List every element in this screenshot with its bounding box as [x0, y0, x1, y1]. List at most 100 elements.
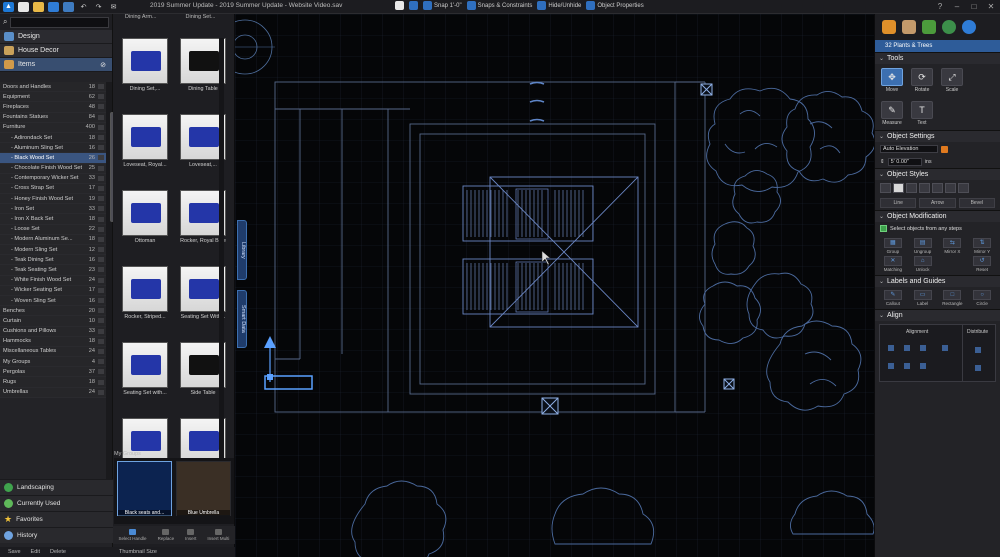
- expand-toggle-icon[interactable]: [98, 287, 104, 293]
- email-icon[interactable]: ✉: [108, 2, 119, 12]
- rectangle-tool[interactable]: □ Rectangle: [939, 290, 967, 306]
- expand-toggle-icon[interactable]: [98, 135, 104, 141]
- object-modification-header[interactable]: ⌄ Object Modification: [875, 210, 1000, 222]
- arrow-button[interactable]: Arrow: [919, 198, 956, 208]
- globe-icon[interactable]: [962, 20, 976, 34]
- expand-toggle-icon[interactable]: [98, 165, 104, 171]
- reset-tool[interactable]: ↺ Reset: [968, 256, 996, 272]
- tree-item[interactable]: - Modern Sling Set 12: [0, 245, 106, 256]
- library-item[interactable]: Seating Set with...: [119, 342, 171, 398]
- elevation-input[interactable]: 5' 0.00": [887, 158, 922, 166]
- category-house-decor[interactable]: House Decor: [0, 44, 112, 58]
- snap-toggle[interactable]: Snap 1'-0": [423, 1, 462, 10]
- expand-toggle-icon[interactable]: [98, 359, 104, 365]
- tree-item[interactable]: Umbrellas 24: [0, 387, 106, 398]
- expand-toggle-icon[interactable]: [98, 114, 104, 120]
- expand-toggle-icon[interactable]: [98, 216, 104, 222]
- expand-toggle-icon[interactable]: [98, 318, 104, 324]
- hide-unhide-toggle[interactable]: Hide/Unhide: [537, 1, 581, 10]
- undo-icon[interactable]: ↶: [78, 2, 89, 12]
- insert-button[interactable]: Insert: [185, 529, 196, 541]
- save-group-button[interactable]: Save: [8, 549, 21, 555]
- close-icon[interactable]: ✕: [986, 1, 996, 12]
- expand-toggle-icon[interactable]: [98, 389, 104, 395]
- category-currently-used[interactable]: Currently Used: [0, 495, 113, 511]
- expand-toggle-icon[interactable]: [98, 328, 104, 334]
- expand-toggle-icon[interactable]: [98, 124, 104, 130]
- tree-item[interactable]: Equipment 62: [0, 92, 106, 103]
- tree-item[interactable]: - Adirondack Set 18: [0, 132, 106, 144]
- align-header[interactable]: ⌄ Align: [875, 309, 1000, 321]
- tree-item[interactable]: Hammocks 18: [0, 336, 106, 347]
- text-tool[interactable]: T Text: [910, 101, 934, 126]
- minimize-icon[interactable]: –: [952, 1, 962, 12]
- tree-item[interactable]: Benches 20: [0, 306, 106, 317]
- tree-item[interactable]: - Iron Set 33: [0, 204, 106, 215]
- library-item[interactable]: Dining Set,...: [119, 38, 171, 94]
- expand-toggle-icon[interactable]: [98, 236, 104, 242]
- style-button[interactable]: [906, 183, 917, 193]
- unlock-tool[interactable]: ⌂ Unlock: [909, 256, 937, 272]
- edit-button[interactable]: Edit: [31, 549, 40, 555]
- lock-icon[interactable]: [941, 145, 948, 153]
- delete-button[interactable]: Delete: [50, 549, 66, 555]
- plant-icon[interactable]: [922, 20, 936, 34]
- expand-toggle-icon[interactable]: [98, 155, 104, 161]
- maximize-icon[interactable]: □: [969, 1, 979, 12]
- tree-item[interactable]: Furniture 400: [0, 122, 106, 133]
- tree-item[interactable]: - Honey Finish Wood Set 19: [0, 194, 106, 205]
- settings-check-icon[interactable]: [942, 20, 956, 34]
- tree-item[interactable]: Fountains Statues 84: [0, 112, 106, 123]
- tree-item[interactable]: - Modern Aluminum Se... 18: [0, 234, 106, 245]
- label-tool[interactable]: ▭ Label: [909, 290, 937, 306]
- filter-clear-icon[interactable]: ⊘: [100, 61, 106, 69]
- object-settings-header[interactable]: ⌄ Object Settings: [875, 130, 1000, 142]
- expand-toggle-icon[interactable]: [98, 298, 104, 304]
- bevel-button[interactable]: Bevel: [958, 198, 995, 208]
- mirror-y-tool[interactable]: ⇅ Mirror Y: [968, 238, 996, 254]
- tree-item[interactable]: - Teak Dining Set 16: [0, 255, 106, 266]
- align-left-icon[interactable]: [888, 345, 894, 351]
- object-properties-toggle[interactable]: Object Properties: [586, 1, 644, 10]
- tree-item[interactable]: Fireplaces 48: [0, 102, 106, 113]
- align-right-icon[interactable]: [920, 345, 926, 351]
- object-styles-header[interactable]: ⌄ Object Styles: [875, 168, 1000, 180]
- tree-item[interactable]: - Cross Strap Set 17: [0, 183, 106, 195]
- align-to-shape-icon[interactable]: [942, 345, 948, 351]
- distribute-h-icon[interactable]: [975, 347, 981, 353]
- mirror-x-tool[interactable]: ⇆ Mirror X: [939, 238, 967, 254]
- expand-toggle-icon[interactable]: [98, 379, 104, 385]
- expand-toggle-icon[interactable]: [98, 267, 104, 273]
- library-item[interactable]: Ottoman: [119, 190, 171, 246]
- replace-button[interactable]: Replace: [158, 529, 174, 541]
- view-3d-button[interactable]: [409, 1, 418, 10]
- print-icon[interactable]: [63, 1, 74, 12]
- expand-toggle-icon[interactable]: [98, 247, 104, 253]
- expand-toggle-icon[interactable]: [98, 277, 104, 283]
- expand-toggle-icon[interactable]: [98, 94, 104, 100]
- insert-multi-button[interactable]: Insert Multi: [207, 529, 229, 541]
- tree-item[interactable]: - Black Wood Set 26: [0, 153, 106, 164]
- view-2d-button[interactable]: [395, 1, 404, 10]
- expand-toggle-icon[interactable]: [98, 226, 104, 232]
- library-item-thumbnail[interactable]: [122, 342, 168, 388]
- expand-toggle-icon[interactable]: [98, 308, 104, 314]
- tree-item[interactable]: - Wicker Seating Set 17: [0, 285, 106, 296]
- tree-item[interactable]: - Loose Set 22: [0, 224, 106, 235]
- align-top-icon[interactable]: [888, 363, 894, 369]
- library-item-thumbnail[interactable]: [122, 38, 168, 84]
- library-item[interactable]: Loveseat, Royal...: [119, 114, 171, 170]
- design-canvas[interactable]: [235, 14, 874, 557]
- rotate-tool[interactable]: ⟳ Rotate: [910, 68, 934, 93]
- circle-tool[interactable]: ○ Circle: [968, 290, 996, 306]
- category-favorites[interactable]: ★ Favorites: [0, 511, 113, 527]
- library-side-tab[interactable]: Library: [237, 220, 247, 280]
- new-file-icon[interactable]: [18, 1, 29, 12]
- tree-item[interactable]: - Iron X Back Set 18: [0, 214, 106, 225]
- group-thumbnail[interactable]: Black seats and...: [117, 461, 172, 516]
- auto-elevation-toggle[interactable]: Auto Elevation: [880, 145, 938, 153]
- tree-item[interactable]: - Contemporary Wicker Set 33: [0, 173, 106, 184]
- tree-item[interactable]: Rugs 18: [0, 377, 106, 388]
- expand-toggle-icon[interactable]: [98, 196, 104, 202]
- expand-toggle-icon[interactable]: [98, 104, 104, 110]
